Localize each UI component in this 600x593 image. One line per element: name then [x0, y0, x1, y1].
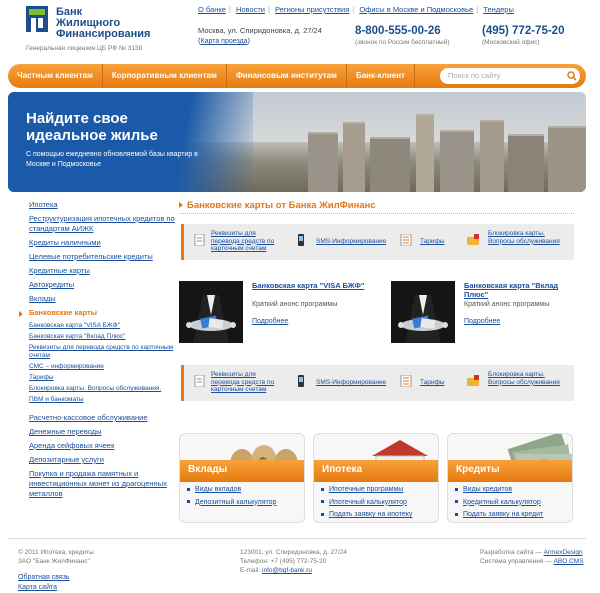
sidebar-item-credit-cards[interactable]: Кредитные карты — [29, 266, 179, 276]
header-address: Москва, ул. Спиридоновка, д. 27/24 (Карт… — [198, 26, 322, 45]
action-tariffs[interactable]: Тарифы — [420, 238, 445, 246]
sidebar-sub-requisites[interactable]: Реквизиты для перевода средств по карточ… — [29, 344, 179, 360]
action-requisites-2[interactable]: Реквизиты для перевода средств по карточ… — [211, 371, 286, 394]
sidebar-item-deposits[interactable]: Вклады — [29, 294, 179, 304]
feedback-link[interactable]: Обратная связь — [18, 573, 70, 583]
license-text: Генеральная лицензия ЦБ РФ № 3138 — [26, 45, 143, 52]
banner-title-1: Найдите свое — [26, 110, 128, 127]
menu-financial-institutions[interactable]: Финансовым институтам — [227, 64, 347, 88]
sidebar-sub-tariffs[interactable]: Тарифы — [29, 374, 179, 382]
tile-deposits-link-calc[interactable]: Депозитный калькулятор — [187, 497, 276, 510]
card-vklad-plus: Банковская карта "Вклад Плюс" Краткий ан… — [391, 281, 581, 346]
sidebar-sub-atm[interactable]: ПВМ и банкоматы — [29, 396, 179, 404]
sidebar-item-cash-services[interactable]: Расчетно-кассовое обслуживание — [29, 413, 179, 423]
tile-credits-label[interactable]: Кредиты — [456, 464, 500, 475]
house-logo-icon — [26, 6, 48, 32]
footer-contacts: 123001, ул. Спиридоновка, д. 27/24 Телеф… — [240, 549, 347, 574]
tile-credits: Кредиты Виды кредитов Кредитный калькуля… — [447, 433, 573, 523]
action-requisites[interactable]: Реквизиты для перевода средств по карточ… — [211, 230, 286, 253]
topnav-about[interactable]: О банке — [198, 5, 226, 14]
menu-private-clients[interactable]: Частным клиентам — [8, 64, 103, 88]
page: Банк Жилищного Финансирования Генеральная … — [0, 0, 600, 593]
action-sms[interactable]: SMS-Информирование — [316, 238, 386, 246]
banner-subtitle: С помощью ежедневно обновляемой базы ква… — [26, 151, 198, 168]
sitemap-link[interactable]: Карта сайта — [18, 583, 70, 593]
card-vklad-plus-title[interactable]: Банковская карта "Вклад Плюс" — [464, 281, 582, 299]
sidebar-item-coins[interactable]: Покупка и продажа памятных и инвестицион… — [29, 469, 179, 499]
action-tariffs-2[interactable]: Тарифы — [420, 379, 445, 387]
sidebar-sub-blocking[interactable]: Блокировка карты. Вопросы обслуживания. — [29, 385, 179, 393]
actions-bar-top: Реквизиты для перевода средств по карточ… — [181, 224, 574, 260]
sidebar: Ипотека Реструктуризация ипотечных креди… — [19, 200, 179, 503]
sidebar-item-transfers[interactable]: Денежные переводы — [29, 427, 179, 437]
top-nav: О банке | Новости | Регионы присутствия | О… — [198, 5, 514, 14]
sidebar-sub-visa[interactable]: Банковская карта "VISA БЖФ" — [29, 322, 179, 330]
cms-link[interactable]: ABO.CMS — [554, 558, 584, 565]
card-vklad-plus-image[interactable] — [391, 281, 455, 343]
promo-banner[interactable]: Найдите свое идеальное жилье С помощью е… — [8, 92, 586, 192]
menu-bank-client[interactable]: Банк-клиент — [347, 64, 415, 88]
tile-credits-link-apply[interactable]: Подать заявку на кредит — [455, 509, 543, 522]
lock-card-icon — [467, 375, 479, 386]
tile-deposits-link-types[interactable]: Виды вкладов — [187, 484, 276, 497]
tile-deposits-label[interactable]: Вклады — [188, 464, 227, 475]
card-visa-desc: Краткий анонс программы — [252, 301, 338, 308]
page-title: Банковские карты от Банка ЖилФинанс — [179, 200, 376, 211]
tile-mortgage-link-apply[interactable]: Подать заявку на ипотеку — [321, 509, 412, 522]
topnav-regions[interactable]: Регионы присутствия — [275, 5, 349, 14]
actions-bar-bottom: Реквизиты для перевода средств по карточ… — [181, 365, 574, 401]
search-input[interactable]: Поиск по сайту — [440, 68, 580, 84]
banner-title-2: идеальное жилье — [26, 127, 158, 144]
sidebar-item-consumer-loans[interactable]: Целевые потребительские кредиты — [29, 252, 179, 262]
card-visa-more-link[interactable]: Подробнее — [252, 318, 288, 325]
sidebar-item-safe-boxes[interactable]: Аренда сейфовых ячеек — [29, 441, 179, 451]
sidebar-item-depositary[interactable]: Депозитарные услуги — [29, 455, 179, 465]
email-link[interactable]: info@bgf-bank.ru — [262, 567, 312, 574]
sidebar-item-bank-cards[interactable]: Банковские карты — [19, 308, 179, 318]
phone-free: 8-800-555-00-26 (звонок по России бесплат… — [355, 25, 450, 46]
sidebar-item-cash-loans[interactable]: Кредиты наличными — [29, 238, 179, 248]
phone-icon — [298, 234, 304, 246]
action-blocking-2[interactable]: Блокировка карты. Вопросы обслуживания — [488, 371, 573, 386]
list-icon — [400, 234, 412, 246]
document-icon — [194, 375, 205, 387]
logo-name: Банк Жилищного Финансирования — [56, 6, 151, 40]
sidebar-item-auto-loans[interactable]: Автокредиты — [29, 280, 179, 290]
action-sms-2[interactable]: SMS-Информирование — [316, 379, 386, 387]
sidebar-item-restructuring[interactable]: Реструктуризация ипотечных кредитов по с… — [29, 214, 179, 234]
card-visa-title[interactable]: Банковская карта "VISA БЖФ" — [252, 281, 370, 290]
card-vklad-plus-desc: Краткий анонс программы — [464, 301, 550, 308]
tile-mortgage-label[interactable]: Ипотека — [322, 464, 362, 475]
tile-deposits: $$€ Вклады Виды вкладов Депозитный кальк… — [179, 433, 305, 523]
topnav-news[interactable]: Новости — [236, 5, 265, 14]
tile-mortgage-link-calc[interactable]: Ипотечный калькулятор — [321, 497, 412, 510]
document-icon — [194, 234, 205, 246]
logo[interactable]: Банк Жилищного Финансирования Генеральная … — [26, 6, 186, 56]
phone-moscow: (495) 772-75-20 (Московский офис) — [482, 25, 565, 46]
phone-icon — [298, 375, 304, 387]
list-icon — [400, 375, 412, 387]
topnav-offices[interactable]: Офисы в Москве и Подмосковье — [359, 5, 473, 14]
footer-copyright: © 2011 Ипотека, кредиты ЗАО "Банк ЖилФина… — [18, 549, 94, 565]
tile-mortgage: Ипотека Ипотечные программы Ипотечный ка… — [313, 433, 439, 523]
tile-credits-link-types[interactable]: Виды кредитов — [455, 484, 543, 497]
footer-links: Обратная связь Карта сайта — [18, 573, 70, 593]
map-link[interactable]: Карта проезда — [201, 38, 248, 45]
card-visa: Банковская карта "VISA БЖФ" Краткий анон… — [179, 281, 369, 346]
search-icon[interactable] — [567, 71, 577, 81]
sidebar-sub-vklad-plus[interactable]: Банковская карта "Вклад Плюс" — [29, 333, 179, 341]
tile-mortgage-link-programs[interactable]: Ипотечные программы — [321, 484, 412, 497]
topnav-tenders[interactable]: Тендеры — [483, 5, 514, 14]
sidebar-item-mortgage[interactable]: Ипотека — [29, 200, 179, 210]
developer-link[interactable]: ArmexDesign — [544, 549, 583, 556]
action-blocking[interactable]: Блокировка карты. Вопросы обслуживания — [488, 230, 573, 245]
lock-card-icon — [467, 234, 479, 245]
card-visa-image[interactable] — [179, 281, 243, 343]
sidebar-sub-sms[interactable]: СМС – информирование — [29, 363, 179, 371]
main-menu: Частным клиентам Корпоративным клиентам … — [8, 64, 586, 88]
menu-corporate-clients[interactable]: Корпоративным клиентам — [103, 64, 227, 88]
footer-credits: Разработка сайта — ArmexDesign Система у… — [480, 549, 584, 565]
tile-credits-link-calc[interactable]: Кредитный калькулятор — [455, 497, 543, 510]
card-vklad-plus-more-link[interactable]: Подробнее — [464, 318, 500, 325]
